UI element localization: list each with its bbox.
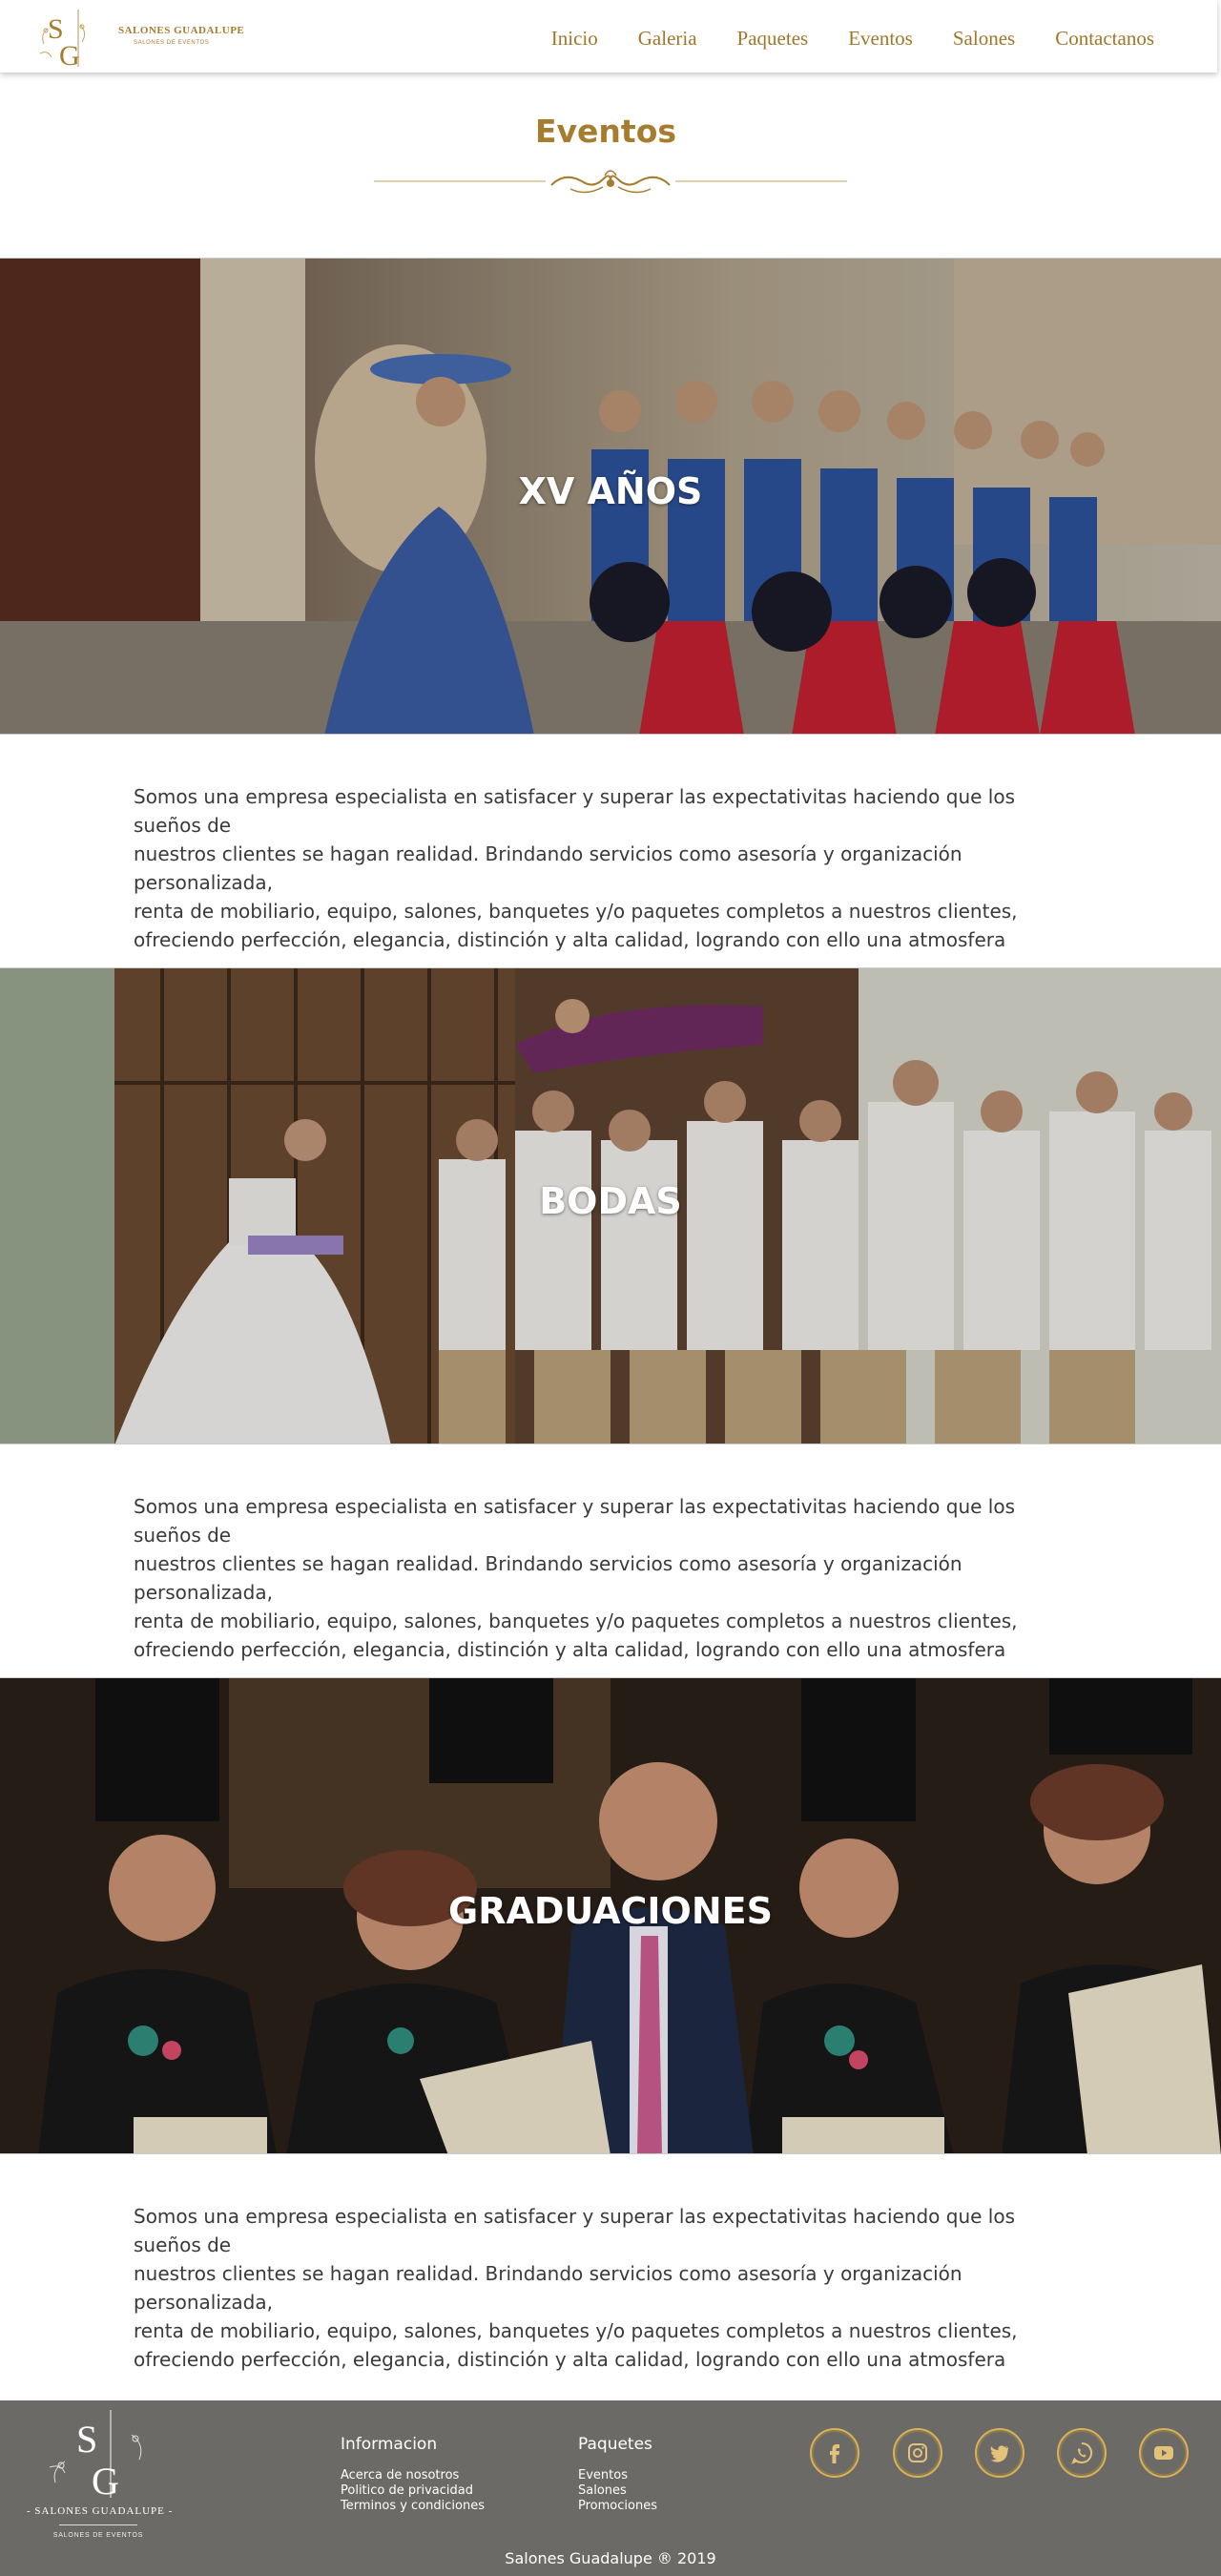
event-description: Somos una empresa especialista en satisf… (134, 2205, 1018, 2371)
footer-link-eventos[interactable]: Eventos (578, 2467, 628, 2483)
nav-contactanos[interactable]: Contactanos (1055, 27, 1154, 51)
footer-logo-divider (59, 2524, 137, 2525)
footer-logo-tagline: SALONES DE EVENTOS (52, 2532, 144, 2539)
event-description: Somos una empresa especialista en satisf… (134, 1495, 1018, 1661)
site-logo[interactable]: S G SALONES GUADALUPE SALONES DE EVENTOS (34, 6, 244, 69)
svg-text:G: G (92, 2460, 119, 2503)
event-banner-graduaciones: GRADUACIONES (0, 1677, 1221, 2154)
logo-monogram: S G (39, 10, 86, 69)
footer-packages-title: Paquetes (578, 2435, 652, 2454)
main-nav: Inicio Galeria Paquetes Eventos Salones … (511, 27, 1154, 51)
page-title: Eventos (534, 113, 677, 150)
footer-logo-name: - SALONES GUADALUPE - (27, 2505, 174, 2517)
event-title: GRADUACIONES (448, 1890, 773, 1932)
youtube-icon[interactable] (1139, 2428, 1189, 2478)
event-banner-bodas: BODAS (0, 967, 1221, 1444)
footer-link-privacy[interactable]: Politico de privacidad (341, 2483, 473, 2499)
footer-link-salones[interactable]: Salones (578, 2483, 627, 2499)
logo-name: SALONES GUADALUPE (118, 25, 245, 36)
nav-inicio[interactable]: Inicio (551, 27, 598, 51)
svg-text:S: S (76, 2418, 97, 2461)
footer-logo[interactable]: S G - SALONES GUADALUPE - SALONES DE EVE… (27, 2406, 174, 2549)
whatsapp-icon[interactable] (1057, 2428, 1107, 2478)
event-description: Somos una empresa especialista en satisf… (134, 785, 1018, 951)
event-banner-xv-anos: XV AÑOS (0, 258, 1221, 735)
copyright-text: Salones Guadalupe ® 2019 (505, 2549, 716, 2567)
footer-info-title: Informacion (341, 2435, 438, 2454)
instagram-icon[interactable] (893, 2428, 942, 2478)
site-header: S G SALONES GUADALUPE SALONES DE EVENTOS… (0, 0, 1217, 73)
nav-salones[interactable]: Salones (953, 27, 1015, 51)
nav-eventos[interactable]: Eventos (848, 27, 913, 51)
logo-tagline: SALONES DE EVENTOS (134, 40, 210, 46)
twitter-icon[interactable] (975, 2428, 1024, 2478)
site-footer: S G - SALONES GUADALUPE - SALONES DE EVE… (0, 2400, 1221, 2576)
event-title: BODAS (539, 1180, 682, 1222)
nav-galeria[interactable]: Galeria (638, 27, 697, 51)
footer-link-about[interactable]: Acerca de nosotros (341, 2467, 459, 2483)
event-title: XV AÑOS (518, 470, 703, 512)
footer-logo-monogram: S G (49, 2410, 142, 2503)
nav-paquetes[interactable]: Paquetes (737, 27, 809, 51)
svg-text:G: G (59, 40, 80, 69)
ornament-divider (374, 170, 847, 195)
facebook-icon[interactable] (810, 2428, 859, 2478)
footer-link-terms[interactable]: Terminos y condiciones (341, 2498, 485, 2514)
footer-link-promociones[interactable]: Promociones (578, 2498, 657, 2514)
